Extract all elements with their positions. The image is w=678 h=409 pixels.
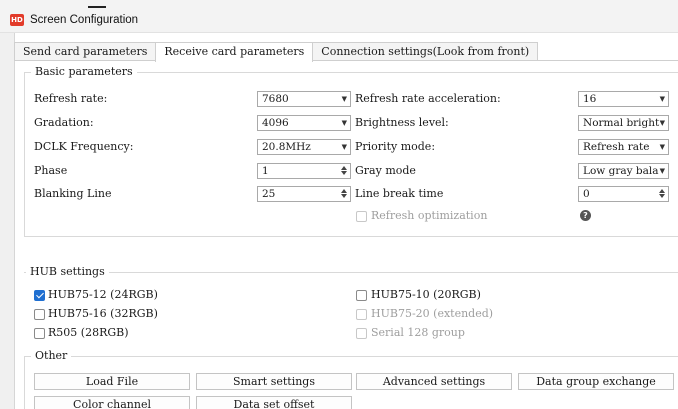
gradation-label: Gradation: bbox=[34, 116, 94, 129]
hub75-12-checkbox[interactable] bbox=[34, 290, 45, 301]
refresh-optimization-label: Refresh optimization bbox=[371, 209, 488, 222]
chevron-down-icon: ▼ bbox=[341, 143, 347, 151]
hub75-10-label: HUB75-10 (20RGB) bbox=[371, 288, 481, 301]
refresh-accel-select[interactable]: 16 ▼ bbox=[578, 91, 669, 107]
r505-label: R505 (28RGB) bbox=[48, 326, 129, 339]
refresh-optimization-checkbox[interactable] bbox=[356, 211, 367, 222]
color-channel-button[interactable]: Color channel bbox=[34, 396, 190, 409]
hub75-10-checkbox[interactable] bbox=[356, 290, 367, 301]
gray-mode-value: Low gray bala bbox=[583, 165, 659, 177]
line-break-time-label: Line break time bbox=[355, 187, 444, 200]
load-file-button[interactable]: Load File bbox=[34, 373, 190, 390]
tab-send-card[interactable]: Send card parameters bbox=[14, 42, 157, 61]
spin-arrows-icon[interactable] bbox=[658, 188, 666, 200]
hub75-20-checkbox[interactable] bbox=[356, 309, 367, 320]
gray-mode-label: Gray mode bbox=[355, 164, 416, 177]
data-set-offset-button[interactable]: Data set offset bbox=[196, 396, 352, 409]
other-title: Other bbox=[31, 349, 72, 363]
title-bar-mark bbox=[88, 6, 106, 8]
window-title: Screen Configuration bbox=[30, 14, 139, 26]
question-icon[interactable]: ? bbox=[580, 210, 591, 221]
smart-settings-button[interactable]: Smart settings bbox=[196, 373, 352, 390]
chevron-down-icon: ▼ bbox=[659, 119, 665, 127]
dclk-frequency-label: DCLK Frequency: bbox=[34, 140, 134, 153]
phase-label: Phase bbox=[34, 164, 68, 177]
brightness-level-select[interactable]: Normal bright ▼ bbox=[578, 115, 669, 131]
tab-bar: Send card parameters Receive card parame… bbox=[14, 42, 539, 62]
chevron-down-icon: ▼ bbox=[659, 143, 665, 151]
dclk-frequency-select[interactable]: 20.8MHz ▼ bbox=[257, 139, 351, 155]
gray-mode-select[interactable]: Low gray bala ▼ bbox=[578, 163, 669, 179]
spin-arrows-icon[interactable] bbox=[340, 188, 348, 200]
tab-connection-settings[interactable]: Connection settings(Look from front) bbox=[312, 42, 539, 61]
data-group-exchange-button[interactable]: Data group exchange bbox=[518, 373, 674, 390]
chevron-down-icon: ▼ bbox=[341, 95, 347, 103]
hub75-20-label: HUB75-20 (extended) bbox=[371, 307, 494, 320]
gradation-value: 4096 bbox=[262, 117, 289, 129]
brightness-level-label: Brightness level: bbox=[355, 116, 449, 129]
refresh-accel-value: 16 bbox=[583, 93, 597, 105]
phase-spinbox[interactable]: 1 bbox=[257, 163, 351, 179]
hub75-16-label: HUB75-16 (32RGB) bbox=[48, 307, 158, 320]
line-break-time-value: 0 bbox=[583, 188, 590, 200]
serial-128-label: Serial 128 group bbox=[371, 326, 465, 339]
brightness-level-value: Normal bright bbox=[583, 117, 660, 129]
spin-arrows-icon[interactable] bbox=[340, 165, 348, 177]
chevron-down-icon: ▼ bbox=[659, 167, 665, 175]
phase-value: 1 bbox=[262, 165, 269, 177]
line-break-time-spinbox[interactable]: 0 bbox=[578, 186, 669, 202]
dclk-frequency-value: 20.8MHz bbox=[262, 141, 311, 153]
app-logo-icon: HD bbox=[10, 14, 24, 26]
refresh-accel-label: Refresh rate acceleration: bbox=[355, 92, 501, 105]
r505-checkbox[interactable] bbox=[34, 328, 45, 339]
basic-parameters-title: Basic parameters bbox=[31, 65, 137, 79]
chevron-down-icon: ▼ bbox=[659, 95, 665, 103]
serial-128-checkbox[interactable] bbox=[356, 328, 367, 339]
hub-settings-title: HUB settings bbox=[26, 265, 109, 279]
hub75-12-label: HUB75-12 (24RGB) bbox=[48, 288, 158, 301]
priority-mode-select[interactable]: Refresh rate ▼ bbox=[578, 139, 669, 155]
title-bar: HD Screen Configuration bbox=[0, 0, 678, 33]
blanking-line-value: 25 bbox=[262, 188, 276, 200]
priority-mode-label: Priority mode: bbox=[355, 140, 436, 153]
tab-receive-card[interactable]: Receive card parameters bbox=[155, 42, 314, 62]
gradation-select[interactable]: 4096 ▼ bbox=[257, 115, 351, 131]
refresh-rate-value: 7680 bbox=[262, 93, 289, 105]
hub75-16-checkbox[interactable] bbox=[34, 309, 45, 320]
refresh-rate-select[interactable]: 7680 ▼ bbox=[257, 91, 351, 107]
priority-mode-value: Refresh rate bbox=[583, 141, 650, 153]
advanced-settings-button[interactable]: Advanced settings bbox=[356, 373, 512, 390]
chevron-down-icon: ▼ bbox=[341, 119, 347, 127]
refresh-rate-label: Refresh rate: bbox=[34, 92, 108, 105]
blanking-line-label: Blanking Line bbox=[34, 187, 112, 200]
blanking-line-spinbox[interactable]: 25 bbox=[257, 186, 351, 202]
